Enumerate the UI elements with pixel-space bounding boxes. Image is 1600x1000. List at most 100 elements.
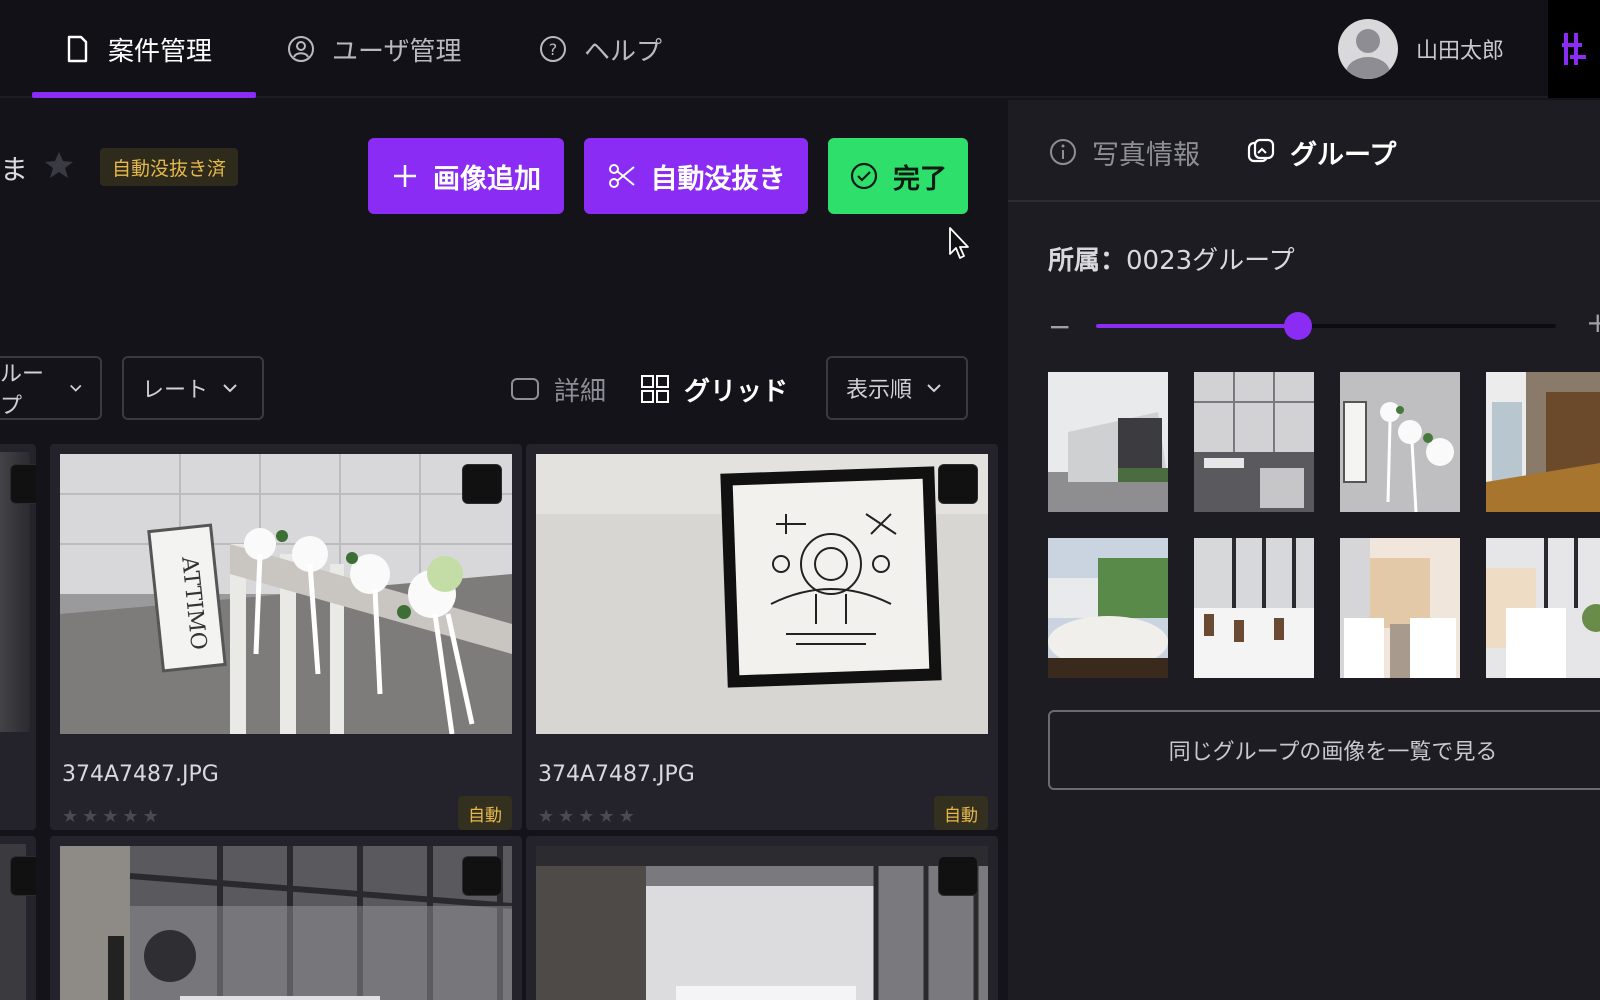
group-thumbnail[interactable] [1194, 372, 1314, 512]
add-image-label: 画像追加 [433, 163, 541, 195]
mouse-cursor-icon [949, 227, 969, 259]
star-icon[interactable]: ★ [558, 806, 574, 827]
rate-filter[interactable]: レート [122, 356, 264, 420]
rate-filter-label: レート [142, 378, 209, 403]
nav-item-label: ユーザ管理 [332, 36, 462, 67]
chevron-down-icon [927, 384, 941, 393]
photo-filename: 374A7487.JPG [538, 762, 695, 787]
detail-view-label: 詳細 [554, 376, 607, 407]
tab-label: グループ [1290, 139, 1397, 171]
photo-thumbnail [536, 454, 988, 734]
auto-cutout-button[interactable]: 自動没抜き [584, 138, 808, 214]
auto-badge: 自動 [934, 796, 988, 830]
photo-thumbnail [60, 846, 512, 1000]
star-icon[interactable]: ★ [82, 806, 98, 827]
group-thumbnail[interactable] [1340, 538, 1460, 678]
list-view-icon [511, 378, 539, 400]
grid-icon [641, 375, 669, 403]
group-thumbnail[interactable] [1048, 372, 1168, 512]
group-filter[interactable]: ループ [0, 356, 102, 420]
photo-card[interactable]: ATTIMO 374A7487.JPG ★ ★ ★ ★ ★ 自動 [50, 444, 522, 830]
photo-card-partial[interactable] [0, 836, 36, 1000]
sort-select[interactable]: 表示順 [826, 356, 968, 420]
zoom-out-button[interactable]: − [1048, 310, 1071, 343]
photo-card[interactable] [526, 836, 998, 1000]
detail-panel: 写真情報 グループ 所属：0023グループ − + 同じグループの画像を一覧で見… [1008, 100, 1600, 1000]
svg-text:?: ? [549, 40, 558, 59]
affiliation-value: 0023グループ [1126, 246, 1295, 276]
nav-item-projects[interactable]: 案件管理 [32, 0, 256, 98]
auto-badge: 自動 [458, 796, 512, 830]
auto-cutout-label: 自動没抜き [650, 163, 786, 195]
panel-tabs: 写真情報 グループ [1008, 100, 1600, 202]
thumbnail-size-slider[interactable] [1096, 312, 1556, 340]
plus-icon [394, 165, 416, 187]
rating-stars[interactable]: ★ ★ ★ ★ ★ [62, 806, 159, 827]
star-icon[interactable]: ★ [538, 806, 554, 827]
user-name: 山田太郎 [1416, 39, 1505, 64]
select-checkbox[interactable] [938, 856, 978, 896]
user-circle-icon [288, 36, 314, 62]
group-thumbnail[interactable] [1340, 372, 1460, 512]
group-thumbnail[interactable] [1048, 538, 1168, 678]
chevron-down-icon [223, 384, 237, 393]
complete-button[interactable]: 完了 [828, 138, 968, 214]
select-checkbox[interactable] [462, 856, 502, 896]
photo-card[interactable] [50, 836, 522, 1000]
star-icon[interactable]: ★ [102, 806, 118, 827]
zoom-in-button[interactable]: + [1586, 306, 1600, 339]
top-nav-bar: 案件管理 ユーザ管理 ? ヘルプ 山田太郎 [0, 0, 1600, 98]
nav-item-label: 案件管理 [108, 36, 213, 67]
avatar [1338, 19, 1398, 79]
photo-thumbnail [536, 846, 988, 1000]
grid-view-toggle[interactable]: グリッド [640, 364, 788, 414]
select-checkbox[interactable] [462, 464, 502, 504]
scissors-icon [608, 164, 635, 188]
select-checkbox[interactable] [10, 856, 36, 896]
select-checkbox[interactable] [938, 464, 978, 504]
group-thumbnail[interactable] [1486, 372, 1600, 512]
info-icon [1050, 139, 1076, 165]
star-icon[interactable]: ★ [122, 806, 138, 827]
star-icon[interactable]: ★ [62, 806, 78, 827]
select-checkbox[interactable] [10, 464, 36, 504]
star-icon[interactable]: ★ [143, 806, 159, 827]
complete-label: 完了 [893, 163, 947, 195]
group-affiliation: 所属：0023グループ [1048, 240, 1295, 277]
active-tab-underline [32, 92, 256, 98]
nav-item-label: ヘルプ [584, 36, 663, 67]
document-icon [67, 35, 88, 63]
star-icon[interactable]: ★ [619, 806, 635, 827]
grid-view-label: グリッド [684, 376, 789, 407]
tab-photo-info[interactable]: 写真情報 [1048, 130, 1200, 174]
nav-item-users[interactable]: ユーザ管理 [286, 0, 461, 98]
view-group-images-button[interactable]: 同じグループの画像を一覧で見る [1048, 710, 1600, 790]
photo-thumbnail: ATTIMO [60, 454, 512, 734]
group-filter-label: ループ [0, 362, 45, 419]
slider-fill [1096, 324, 1299, 328]
app-switcher[interactable] [1548, 0, 1600, 98]
detail-view-toggle[interactable]: 詳細 [510, 364, 606, 414]
chevron-down-icon [69, 384, 81, 392]
group-thumbnail[interactable] [1486, 538, 1600, 678]
star-icon[interactable]: ★ [578, 806, 594, 827]
sliders-icon [1562, 33, 1586, 65]
sort-label: 表示順 [846, 378, 913, 403]
user-menu[interactable]: 山田太郎 [1338, 19, 1505, 79]
rating-stars[interactable]: ★ ★ ★ ★ ★ [538, 806, 635, 827]
photo-card[interactable]: 374A7487.JPG ★ ★ ★ ★ ★ 自動 [526, 444, 998, 830]
star-icon[interactable] [44, 150, 74, 180]
tab-group[interactable]: グループ [1246, 130, 1396, 174]
slider-handle[interactable] [1284, 312, 1313, 340]
affiliation-label: 所属： [1048, 246, 1127, 276]
tab-label: 写真情報 [1092, 139, 1200, 171]
group-images-icon [1247, 138, 1275, 163]
help-circle-icon: ? [540, 36, 566, 62]
photo-card-partial[interactable] [0, 444, 36, 830]
add-image-button[interactable]: 画像追加 [368, 138, 564, 214]
star-icon[interactable]: ★ [598, 806, 614, 827]
project-title: ま [0, 153, 29, 186]
nav-item-help[interactable]: ? ヘルプ [538, 0, 662, 98]
group-thumbnail[interactable] [1194, 538, 1314, 678]
status-badge: 自動没抜き済 [100, 148, 239, 186]
